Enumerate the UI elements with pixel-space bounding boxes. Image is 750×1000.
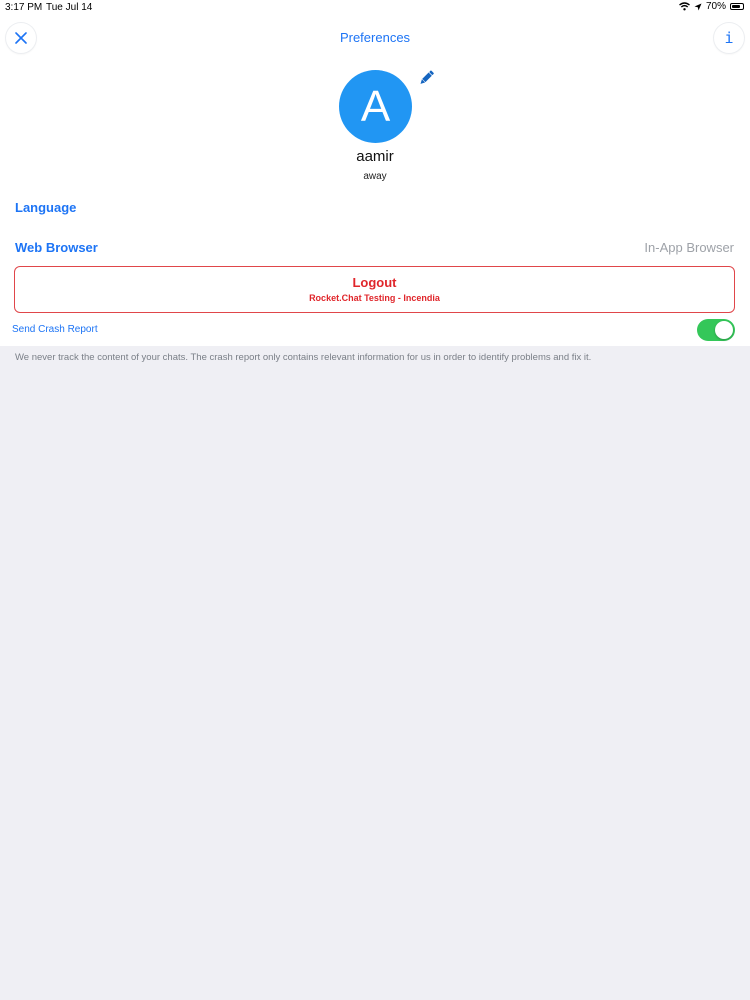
crash-report-info: We never track the content of your chats… bbox=[15, 352, 592, 363]
status-indicators: 70% bbox=[679, 1, 744, 12]
user-status: away bbox=[363, 171, 387, 182]
logout-label: Logout bbox=[352, 275, 397, 290]
crash-report-toggle[interactable] bbox=[697, 319, 735, 341]
logout-button[interactable]: Logout Rocket.Chat Testing - Incendia bbox=[14, 266, 735, 313]
status-bar: 3:17 PM Tue Jul 14 70% bbox=[0, 0, 750, 14]
status-time: 3:17 PM bbox=[5, 2, 43, 13]
avatar-letter: A bbox=[360, 81, 391, 131]
location-arrow-icon bbox=[694, 3, 702, 10]
preferences-screen: 3:17 PM Tue Jul 14 70% Preferences i A a… bbox=[0, 0, 750, 1000]
battery-percent: 70% bbox=[705, 1, 726, 12]
web-browser-value[interactable]: In-App Browser bbox=[644, 240, 734, 255]
battery-icon bbox=[730, 3, 744, 10]
web-browser-setting[interactable]: Web Browser bbox=[15, 240, 98, 255]
username: aamir bbox=[356, 148, 394, 165]
send-crash-report-label: Send Crash Report bbox=[12, 324, 98, 335]
info-icon: i bbox=[724, 29, 734, 47]
language-setting[interactable]: Language bbox=[15, 200, 76, 215]
status-date: Tue Jul 14 bbox=[46, 2, 93, 13]
preferences-panel: Preferences i A aamir away Language Web … bbox=[0, 14, 750, 346]
pencil-icon[interactable] bbox=[416, 68, 436, 88]
wifi-icon bbox=[679, 2, 690, 11]
info-button[interactable]: i bbox=[714, 23, 744, 53]
logout-server-name: Rocket.Chat Testing - Incendia bbox=[309, 293, 440, 303]
toggle-knob bbox=[715, 321, 733, 339]
page-title: Preferences bbox=[339, 30, 411, 45]
avatar[interactable]: A bbox=[339, 70, 412, 143]
